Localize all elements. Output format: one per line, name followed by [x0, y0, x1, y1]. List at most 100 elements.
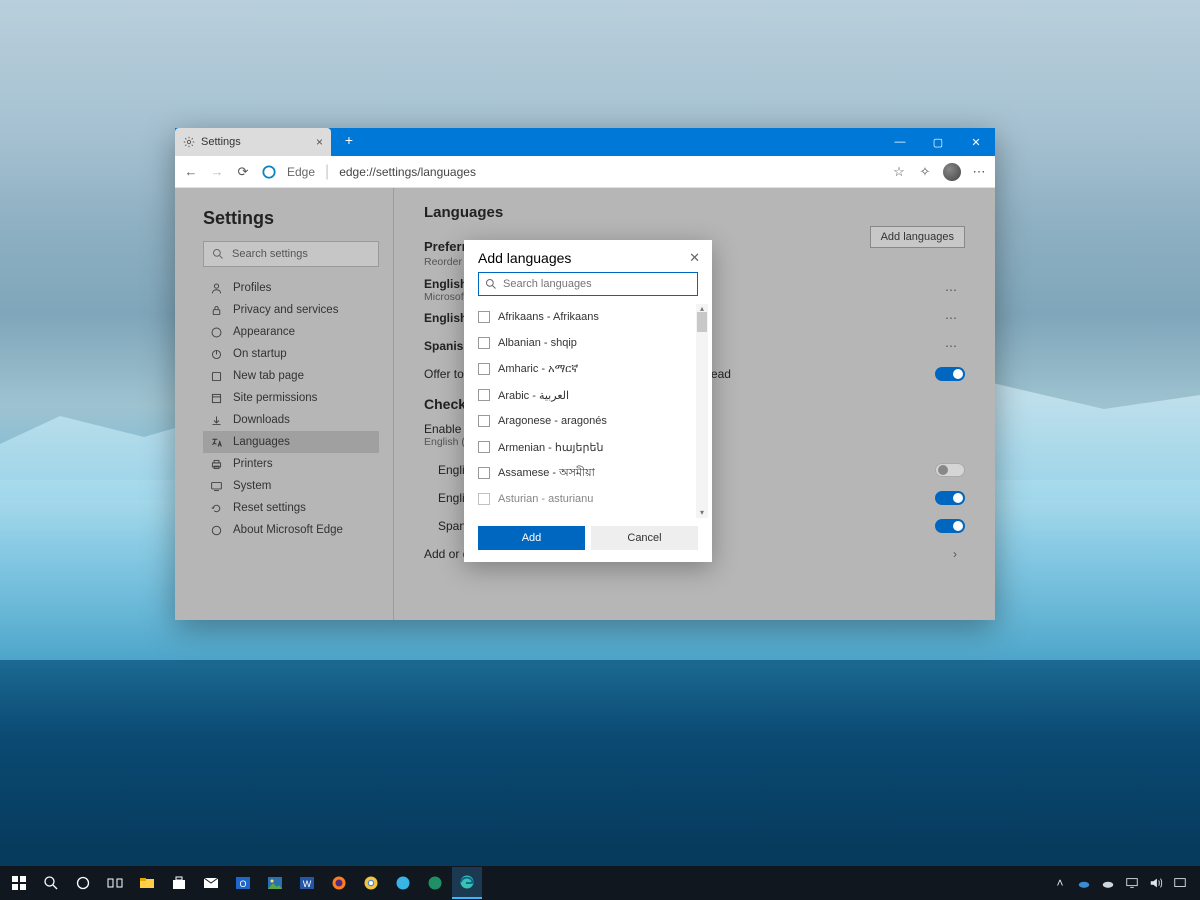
onedrive-icon[interactable]	[1076, 875, 1092, 891]
checkbox-icon[interactable]	[478, 467, 490, 479]
checkbox-icon[interactable]	[478, 337, 490, 349]
back-icon[interactable]: ←	[183, 164, 199, 180]
firefox-icon[interactable]	[324, 868, 354, 898]
profile-avatar[interactable]	[943, 163, 961, 181]
edge-icon[interactable]	[452, 867, 482, 899]
sidebar-item-about[interactable]: About Microsoft Edge	[203, 519, 379, 541]
separator: |	[325, 163, 329, 181]
taskbar-search-icon[interactable]	[36, 868, 66, 898]
window-minimize-button[interactable]: —	[881, 128, 919, 156]
checkbox-icon[interactable]	[478, 415, 490, 427]
sidebar-item-startup[interactable]: On startup	[203, 343, 379, 365]
sidebar-item-system[interactable]: System	[203, 475, 379, 497]
sidebar-item-appearance[interactable]: Appearance	[203, 321, 379, 343]
page-icon	[209, 369, 223, 383]
scroll-down-icon[interactable]: ▾	[696, 508, 708, 518]
edge-legacy-icon[interactable]	[388, 868, 418, 898]
forward-icon[interactable]: →	[209, 164, 225, 180]
spell-lang-toggle[interactable]	[935, 519, 965, 533]
onedrive-icon[interactable]	[1100, 875, 1116, 891]
scroll-thumb[interactable]	[697, 312, 707, 332]
tab-bar: Settings × + — ▢ ✕	[175, 128, 995, 156]
window-maximize-button[interactable]: ▢	[919, 128, 957, 156]
store-icon[interactable]	[164, 868, 194, 898]
system-tray: ˄	[1052, 875, 1196, 891]
tab-close-icon[interactable]: ×	[316, 135, 323, 149]
dialog-language-item[interactable]: Asturian - asturianu	[478, 486, 708, 512]
edge-icon	[209, 523, 223, 537]
sidebar-item-newtab[interactable]: New tab page	[203, 365, 379, 387]
sidebar-item-reset[interactable]: Reset settings	[203, 497, 379, 519]
new-tab-button[interactable]: +	[337, 128, 361, 152]
person-icon	[209, 281, 223, 295]
sidebar-item-privacy[interactable]: Privacy and services	[203, 299, 379, 321]
sidebar-item-printers[interactable]: Printers	[203, 453, 379, 475]
cortana-icon[interactable]	[68, 868, 98, 898]
start-button[interactable]	[4, 868, 34, 898]
tray-chevron-icon[interactable]: ˄	[1052, 875, 1068, 891]
menu-icon[interactable]: ⋯	[971, 164, 987, 180]
favorites-bar-icon[interactable]: ✧	[917, 164, 933, 180]
settings-search-placeholder: Search settings	[232, 248, 308, 260]
taskbar: O W ˄	[0, 866, 1200, 900]
offer-translate-toggle[interactable]	[935, 367, 965, 381]
sidebar-item-label: Site permissions	[233, 392, 317, 404]
add-languages-button[interactable]: Add languages	[870, 226, 965, 248]
edge-dev-icon[interactable]	[420, 868, 450, 898]
network-icon[interactable]	[1124, 875, 1140, 891]
sidebar-item-label: Reset settings	[233, 502, 306, 514]
mail-icon[interactable]	[196, 868, 226, 898]
chrome-icon[interactable]	[356, 868, 386, 898]
dialog-language-list[interactable]: Afrikaans - Afrikaans Albanian - shqip A…	[478, 304, 708, 518]
word-icon[interactable]: W	[292, 868, 322, 898]
checkbox-icon[interactable]	[478, 363, 490, 375]
dialog-language-label: Asturian - asturianu	[498, 493, 593, 505]
spell-lang-toggle[interactable]	[935, 463, 965, 477]
favorite-icon[interactable]: ☆	[891, 164, 907, 180]
dialog-language-item[interactable]: Assamese - অসমীয়া	[478, 460, 708, 486]
photos-icon[interactable]	[260, 868, 290, 898]
search-icon	[485, 278, 497, 290]
page-heading: Languages	[424, 204, 965, 221]
dialog-language-item[interactable]: Arabic - العربية	[478, 382, 708, 408]
sidebar-item-label: Printers	[233, 458, 273, 470]
language-options-button[interactable]: ⋯	[945, 311, 965, 325]
language-options-button[interactable]: ⋯	[945, 283, 965, 297]
tab-settings[interactable]: Settings ×	[175, 128, 331, 156]
taskview-icon[interactable]	[100, 868, 130, 898]
edge-logo-icon	[261, 164, 277, 180]
dialog-add-button[interactable]: Add	[478, 526, 585, 550]
checkbox-icon[interactable]	[478, 389, 490, 401]
dialog-language-item[interactable]: Albanian - shqip	[478, 330, 708, 356]
settings-search[interactable]: Search settings	[203, 241, 379, 267]
sidebar-item-profiles[interactable]: Profiles	[203, 277, 379, 299]
languages-icon	[209, 435, 223, 449]
spell-lang-toggle[interactable]	[935, 491, 965, 505]
sidebar-item-downloads[interactable]: Downloads	[203, 409, 379, 431]
checkbox-icon[interactable]	[478, 493, 490, 505]
language-options-button[interactable]: ⋯	[945, 339, 965, 353]
dialog-search[interactable]	[478, 272, 698, 296]
checkbox-icon[interactable]	[478, 441, 490, 453]
file-explorer-icon[interactable]	[132, 868, 162, 898]
url-text[interactable]: edge://settings/languages	[339, 165, 476, 179]
shield-icon	[209, 391, 223, 405]
notifications-icon[interactable]	[1172, 875, 1188, 891]
dialog-language-item[interactable]: Aragonese - aragonés	[478, 408, 708, 434]
checkbox-icon[interactable]	[478, 311, 490, 323]
dialog-language-item[interactable]: Amharic - አማርኛ	[478, 356, 708, 382]
dialog-cancel-button[interactable]: Cancel	[591, 526, 698, 550]
language-label: English	[424, 311, 467, 325]
dialog-scrollbar[interactable]: ▴ ▾	[696, 304, 708, 518]
outlook-icon[interactable]: O	[228, 868, 258, 898]
dialog-search-input[interactable]	[503, 278, 691, 290]
dialog-close-icon[interactable]: ✕	[689, 250, 700, 266]
sidebar-item-label: System	[233, 480, 271, 492]
dialog-language-item[interactable]: Afrikaans - Afrikaans	[478, 304, 708, 330]
window-close-button[interactable]: ✕	[957, 128, 995, 156]
volume-icon[interactable]	[1148, 875, 1164, 891]
sidebar-item-languages[interactable]: Languages	[203, 431, 379, 453]
sidebar-item-permissions[interactable]: Site permissions	[203, 387, 379, 409]
refresh-icon[interactable]: ⟳	[235, 164, 251, 180]
dialog-language-item[interactable]: Armenian - հայերեն	[478, 434, 708, 460]
